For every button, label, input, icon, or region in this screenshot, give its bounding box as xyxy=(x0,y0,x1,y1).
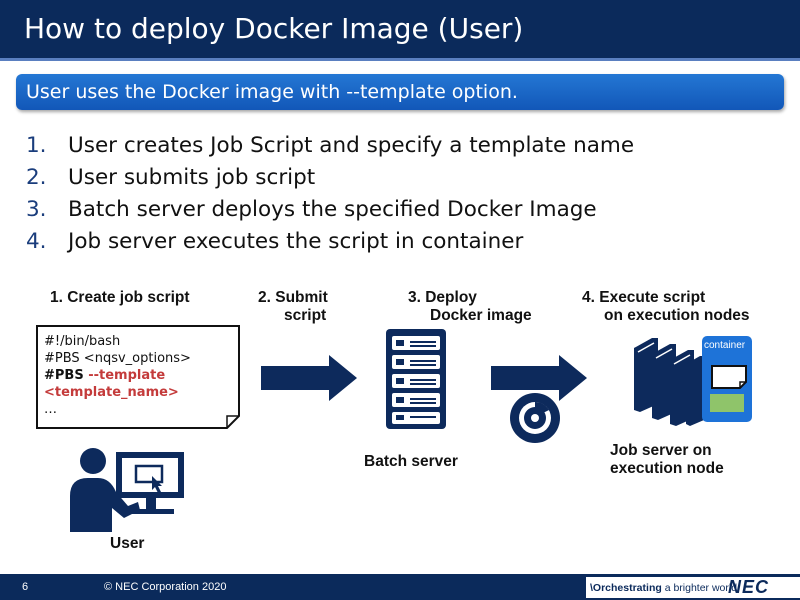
code-template-option: --template xyxy=(83,368,166,383)
title-bar: How to deploy Docker Image (User) xyxy=(0,0,800,58)
code-line: #!/bin/bash xyxy=(44,334,121,349)
code-template-name: <template_name> xyxy=(44,385,179,400)
step-text: User creates Job Script and specify a te… xyxy=(68,133,635,158)
code-line: … xyxy=(44,402,57,417)
batch-server-icon xyxy=(386,329,446,429)
step-number: 2. xyxy=(26,165,47,190)
label-submit-line1: 2. Submit xyxy=(258,289,328,306)
step-text: Batch server deploys the specified Docke… xyxy=(68,197,597,222)
label-deploy-line2: Docker image xyxy=(430,307,532,324)
tagline-bold: \Orchestrating xyxy=(590,582,662,594)
steps-list: 1. User creates Job Script and specify a … xyxy=(26,133,634,261)
code-directive: #PBS xyxy=(44,368,84,383)
step-item: 4. Job server executes the script in cont… xyxy=(26,229,634,261)
label-execute-line1: 4. Execute script xyxy=(582,289,706,306)
step-item: 1. User creates Job Script and specify a … xyxy=(26,133,634,165)
tagline-rest: a brighter world xyxy=(661,582,738,594)
docker-image-disc-icon xyxy=(510,393,560,443)
tagline: \Orchestrating a brighter world xyxy=(590,582,737,594)
subtitle-text: User uses the Docker image with --templa… xyxy=(26,81,518,103)
step-text: User submits job script xyxy=(68,165,316,190)
step-number: 4. xyxy=(26,229,47,254)
step-text: Job server executes the script in contai… xyxy=(68,229,524,254)
nec-logo: NEC xyxy=(728,577,770,597)
title-underline xyxy=(0,58,800,61)
step-number: 1. xyxy=(26,133,47,158)
submit-arrow-icon xyxy=(261,355,357,401)
copyright: © NEC Corporation 2020 xyxy=(104,581,227,593)
user-label: User xyxy=(110,535,145,552)
job-server-label-line1: Job server on xyxy=(610,442,712,459)
user-at-computer-icon xyxy=(70,448,184,532)
container-label: container xyxy=(704,340,746,351)
step-item: 3. Batch server deploys the specified Doc… xyxy=(26,197,634,229)
label-submit-line2: script xyxy=(284,307,327,324)
label-create-job-script: 1. Create job script xyxy=(50,289,190,306)
label-execute-line2: on execution nodes xyxy=(604,307,750,324)
subtitle-banner: User uses the Docker image with --templa… xyxy=(16,74,784,110)
page-title: How to deploy Docker Image (User) xyxy=(24,12,524,45)
step-number: 3. xyxy=(26,197,47,222)
label-deploy-line1: 3. Deploy xyxy=(408,289,477,306)
job-server-label-line2: execution node xyxy=(610,460,724,477)
step-item: 2. User submits job script xyxy=(26,165,634,197)
page-number: 6 xyxy=(22,581,29,593)
job-script-code: #!/bin/bash #PBS <nqsv_options> #PBS --t… xyxy=(44,333,191,418)
batch-server-label: Batch server xyxy=(364,453,458,470)
code-line: #PBS --template xyxy=(44,367,191,384)
code-line: #PBS <nqsv_options> xyxy=(44,351,191,366)
